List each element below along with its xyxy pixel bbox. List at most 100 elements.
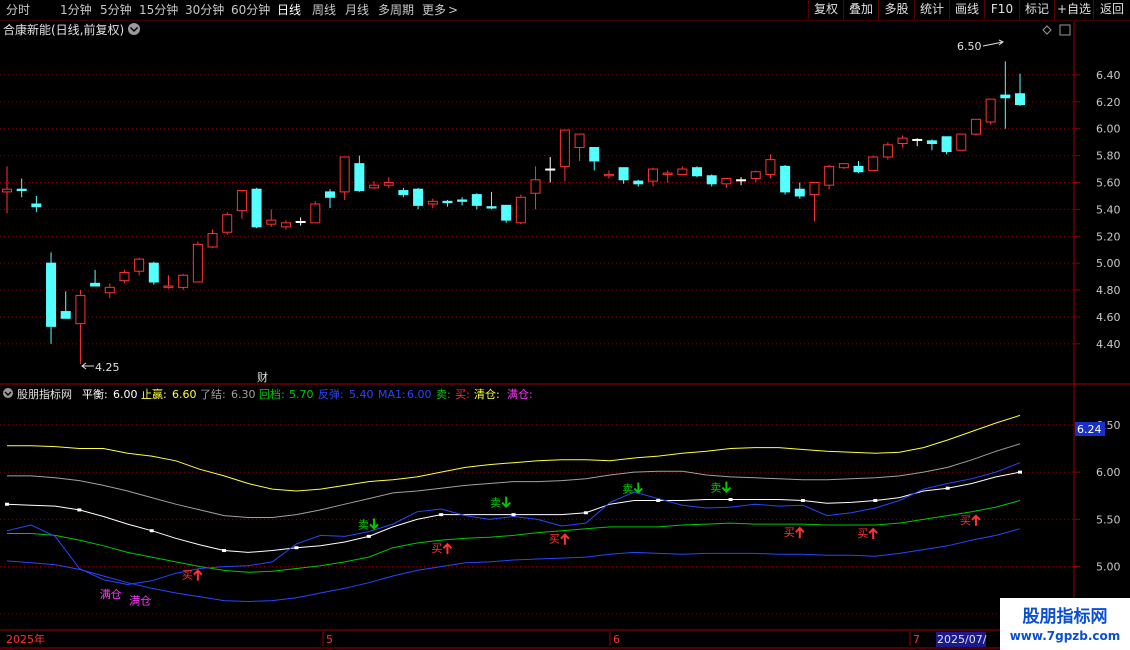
legend-label-buy: 买: [455,388,470,401]
sell-label: 卖 [622,482,633,495]
watermark-url: www.7gpzb.com [1010,629,1121,643]
legend-label-full: 满仓: [507,387,533,401]
balance-point [5,502,9,506]
back-button[interactable]: 返回 [1093,0,1130,19]
multi-stock-button[interactable]: 多股 [878,0,914,19]
date-cursor-label: 2025/07/ [937,633,987,646]
period-tab-30min[interactable]: 30分钟 [185,2,224,18]
candle [90,269,101,287]
candle [339,156,350,200]
candle [647,167,658,187]
price-tick-label: 5.80 [1096,150,1121,163]
chevron-right-icon[interactable]: > [448,2,458,18]
candle [310,201,321,224]
candle [2,166,12,214]
candle-body [16,188,27,192]
candle-body [310,203,321,224]
period-tab-daily[interactable]: 日线 [277,2,301,18]
price-tick-label: 4.60 [1096,311,1121,324]
candle-body [60,311,71,319]
price-tick-label: 5.60 [1096,176,1121,189]
candle-body [236,190,247,212]
period-tab-1min[interactable]: 1分钟 [60,2,92,18]
candle-body [163,285,174,288]
candle-body [192,243,203,283]
signal-卖: 卖 [710,481,732,495]
candle-body [369,184,380,189]
panel-box-icon[interactable] [1059,24,1071,36]
indicator-chevron-icon[interactable] [3,388,13,398]
candle [354,155,365,192]
buy-label: 买 [182,569,193,582]
candle [897,135,908,148]
balance-point [439,513,444,517]
signal-买: 买 [857,527,878,540]
period-tab-60min[interactable]: 60分钟 [231,2,270,18]
period-tab-15min[interactable]: 15分钟 [139,2,178,18]
candle [633,179,644,187]
adjust-button[interactable]: 复权 [808,0,843,19]
candle [16,178,27,198]
f10-button[interactable]: F10 [984,0,1019,19]
candle-body [868,156,879,171]
candle-body [882,144,893,158]
candle [956,133,967,151]
buy-arrow-icon [193,569,203,581]
sell-arrow-icon [633,482,643,494]
candle-body [838,163,849,169]
candle [134,257,145,276]
draw-line-button[interactable]: 画线 [949,0,984,19]
signal-满仓: 满仓 [129,594,151,608]
chevron-down-icon[interactable] [128,23,140,35]
candle [721,177,732,188]
sell-arrow-icon [721,481,732,493]
legend-label-pullback: 回档: [259,387,285,401]
candle-body [559,129,570,167]
period-tab-fenshi[interactable]: 分时 [6,2,30,18]
sell-arrow-icon [369,518,379,530]
stock-title: 合康新能(日线,前复权) [3,22,124,37]
candle [178,273,189,291]
candle [589,147,600,171]
balance-point [511,513,516,517]
candle-body [692,167,703,177]
period-tab-5min[interactable]: 5分钟 [100,2,132,18]
buy-arrow-icon [971,514,981,526]
diamond-icon[interactable] [1042,25,1052,35]
price-tick-label: 5.20 [1096,230,1121,243]
legend-value-takeprofit: 6.60 [172,388,197,401]
candle-body [530,179,541,194]
candle [471,193,482,210]
legend-label-clear: 清仓: [474,387,500,401]
candle [530,166,541,210]
indicator-tick-label: 5.00 [1096,561,1121,574]
chart-area: 合康新能(日线,前复权) 6.40 6.20 6.00 5.80 5.60 5.40 5.2… [0,22,1130,650]
date-axis: 2025年 5 6 7 2025/07/ [6,632,987,647]
legend-label-rebound: 反弹: [318,387,344,401]
balance-point [583,511,588,515]
candle [559,129,570,182]
mark-button[interactable]: 标记 [1019,0,1054,19]
candle [970,118,981,136]
period-tab-multi[interactable]: 多周期 [378,2,414,18]
candle [941,136,952,155]
finance-marker[interactable]: 财 [257,370,268,384]
period-tab-monthly[interactable]: 月线 [345,2,369,18]
legend-value-pullback: 5.70 [289,388,314,401]
legend-value-ma1: 6.00 [407,388,432,401]
period-tab-weekly[interactable]: 周线 [312,2,336,18]
signal-卖: 卖 [490,496,511,510]
price-tick-label: 6.00 [1096,123,1121,136]
period-tab-more[interactable]: 更多 [422,2,446,18]
candle [780,165,791,195]
indicator-line-止赢 [7,414,1021,492]
buy-label: 买 [431,542,442,555]
buy-label: 买 [857,527,868,540]
add-watchlist-button[interactable]: +自选 [1054,0,1093,19]
candle [794,182,805,199]
stats-button[interactable]: 统计 [914,0,949,19]
balance-point [1018,470,1022,474]
overlay-button[interactable]: 叠加 [843,0,878,19]
chart-frame [0,22,1130,649]
candle-body [90,282,101,287]
